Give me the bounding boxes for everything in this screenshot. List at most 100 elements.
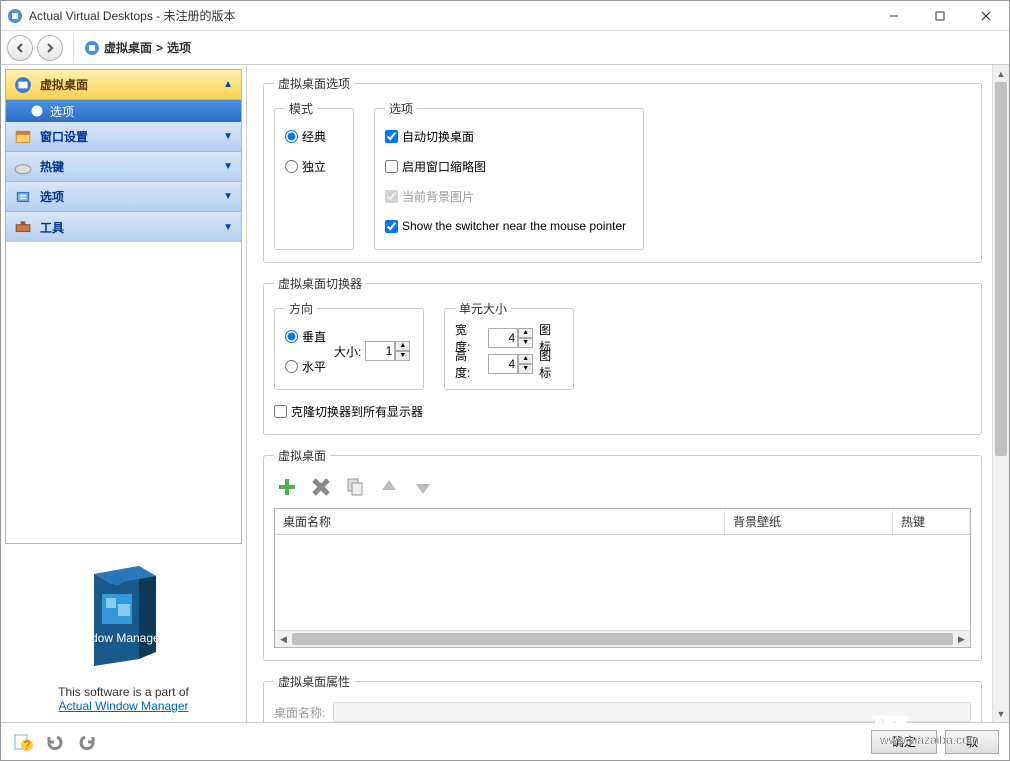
sidebar-sub-label: 选项	[50, 103, 74, 120]
sidebar-item-tools[interactable]: 工具 ▼	[6, 212, 241, 242]
legend: 模式	[285, 100, 317, 117]
window-icon	[14, 128, 32, 146]
size-spinner[interactable]: ▲▼	[365, 341, 410, 361]
main-area: 虚拟桌面 ▲ 选项 窗口设置 ▼ 热键 ▼ 选项 ▼	[1, 65, 1009, 722]
expand-icon: ▼	[223, 161, 233, 172]
desktops-table[interactable]: 桌面名称 背景壁纸 热键 ◀ ▶	[274, 508, 971, 648]
check-current-bg: 当前背景图片	[385, 185, 633, 207]
vscroll-up[interactable]: ▲	[993, 65, 1009, 82]
sidebar-sub-options[interactable]: 选项	[6, 100, 241, 122]
app-icon	[7, 8, 23, 24]
sidebar-item-hotkeys[interactable]: 热键 ▼	[6, 152, 241, 182]
size-label: 大小:	[334, 343, 361, 360]
tools-icon	[14, 218, 32, 236]
group-properties: 虚拟桌面属性 桌面名称: 背景壁纸 热键	[263, 673, 982, 722]
maximize-button[interactable]	[917, 1, 963, 31]
hscroll-left[interactable]: ◀	[275, 631, 292, 647]
nav-separator	[73, 34, 74, 62]
radio-vertical[interactable]: 垂直	[285, 325, 326, 347]
col-wallpaper[interactable]: 背景壁纸	[725, 509, 893, 534]
group-switcher: 虚拟桌面切换器 方向 垂直 水平 大小: ▲▼	[263, 275, 982, 435]
prop-name-label: 桌面名称:	[274, 704, 325, 721]
hotkey-icon	[14, 158, 32, 176]
software-text: This software is a part of	[10, 685, 237, 699]
sidebar-item-options[interactable]: 选项 ▼	[6, 182, 241, 212]
window-title: Actual Virtual Desktops - 未注册的版本	[29, 7, 871, 24]
sidebar-item-virtual-desktops[interactable]: 虚拟桌面 ▲	[6, 70, 241, 100]
check-enable-thumbs[interactable]: 启用窗口缩略图	[385, 155, 633, 177]
group-direction: 方向 垂直 水平 大小: ▲▼	[274, 300, 424, 390]
ok-button[interactable]: 确定	[871, 730, 937, 754]
scroll-area: 虚拟桌面选项 模式 经典 独立 选项 自动切换桌面 启用窗口缩略图	[247, 65, 992, 722]
legend: 虚拟桌面选项	[274, 75, 354, 92]
sidebar: 虚拟桌面 ▲ 选项 窗口设置 ▼ 热键 ▼ 选项 ▼	[1, 65, 247, 722]
legend: 虚拟桌面切换器	[274, 275, 366, 292]
legend: 虚拟桌面	[274, 447, 330, 464]
radio-classic[interactable]: 经典	[285, 125, 343, 147]
navbar: 虚拟桌面 > 选项	[1, 31, 1009, 65]
nav-back-button[interactable]	[7, 35, 33, 61]
sidebar-footer: Window Manager This software is a part o…	[5, 544, 242, 718]
move-down-button[interactable]	[410, 474, 436, 500]
col-hotkey[interactable]: 热键	[893, 509, 970, 534]
height-label: 高度:	[455, 347, 482, 381]
move-up-button[interactable]	[376, 474, 402, 500]
group-options: 选项 自动切换桌面 启用窗口缩略图 当前背景图片 Show the switch…	[374, 100, 644, 250]
titlebar: Actual Virtual Desktops - 未注册的版本	[1, 1, 1009, 31]
close-button[interactable]	[963, 1, 1009, 31]
prop-name-row: 桌面名称:	[274, 698, 971, 722]
height-unit: 图标	[539, 347, 563, 381]
sidebar-item-window-settings[interactable]: 窗口设置 ▼	[6, 122, 241, 152]
vscroll-down[interactable]: ▼	[993, 705, 1009, 722]
expand-icon: ▼	[223, 191, 233, 202]
content-vscrollbar[interactable]: ▲ ▼	[992, 65, 1009, 722]
nav-forward-button[interactable]	[37, 35, 63, 61]
check-near-pointer[interactable]: Show the switcher near the mouse pointer	[385, 215, 633, 237]
svg-text:?: ?	[24, 738, 31, 752]
sidebar-item-label: 热键	[40, 158, 64, 175]
sidebar-item-label: 工具	[40, 219, 64, 236]
redo-button[interactable]	[75, 730, 99, 754]
add-button[interactable]	[274, 474, 300, 500]
breadcrumb-icon	[84, 40, 100, 56]
legend: 虚拟桌面属性	[274, 673, 354, 690]
sidebar-list: 虚拟桌面 ▲ 选项 窗口设置 ▼ 热键 ▼ 选项 ▼	[5, 69, 242, 544]
sidebar-item-label: 选项	[40, 188, 64, 205]
col-name[interactable]: 桌面名称	[275, 509, 725, 534]
radio-horizontal[interactable]: 水平	[285, 355, 326, 377]
minimize-button[interactable]	[871, 1, 917, 31]
group-mode: 模式 经典 独立	[274, 100, 354, 250]
desktop-icon	[14, 76, 32, 94]
hscroll-right[interactable]: ▶	[953, 631, 970, 647]
table-hscroll[interactable]: ◀ ▶	[275, 630, 970, 647]
group-virtual-desktop-options: 虚拟桌面选项 模式 经典 独立 选项 自动切换桌面 启用窗口缩略图	[263, 75, 982, 263]
prop-name-input	[333, 702, 971, 722]
check-clone[interactable]: 克隆切换器到所有显示器	[274, 400, 971, 422]
hscroll-thumb[interactable]	[292, 633, 953, 645]
delete-button[interactable]	[308, 474, 334, 500]
breadcrumb: 虚拟桌面 > 选项	[84, 39, 191, 56]
sidebar-item-label: 虚拟桌面	[40, 76, 88, 93]
group-desktops: 虚拟桌面 桌面名称 背景壁纸 热键 ◀	[263, 447, 982, 661]
check-auto-switch[interactable]: 自动切换桌面	[385, 125, 633, 147]
legend: 方向	[285, 300, 317, 317]
options-icon	[30, 104, 44, 118]
table-body[interactable]	[275, 535, 970, 630]
table-header: 桌面名称 背景壁纸 热键	[275, 509, 970, 535]
window-controls	[871, 1, 1009, 31]
legend: 单元大小	[455, 300, 511, 317]
vscroll-thumb[interactable]	[995, 82, 1007, 456]
legend: 选项	[385, 100, 417, 117]
copy-button[interactable]	[342, 474, 368, 500]
radio-independent[interactable]: 独立	[285, 155, 343, 177]
height-spinner[interactable]: ▲▼	[488, 354, 533, 374]
width-spinner[interactable]: ▲▼	[488, 328, 533, 348]
expand-icon: ▼	[223, 131, 233, 142]
software-link[interactable]: Actual Window Manager	[58, 699, 188, 713]
help-button[interactable]: ?	[11, 730, 35, 754]
footer: ? 确定 取	[1, 722, 1009, 760]
collapse-icon: ▲	[223, 79, 233, 90]
undo-button[interactable]	[43, 730, 67, 754]
sidebar-item-label: 窗口设置	[40, 128, 88, 145]
cancel-button[interactable]: 取	[945, 730, 999, 754]
